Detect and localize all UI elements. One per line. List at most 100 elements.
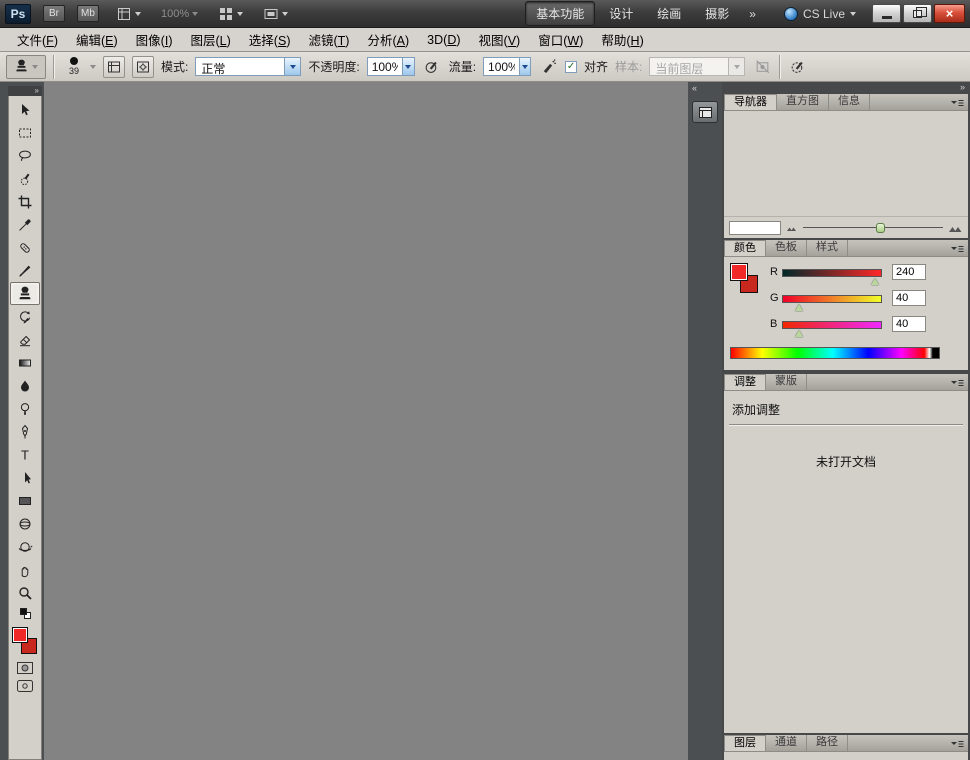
canvas-area[interactable] [44,82,688,760]
tab-color[interactable]: 颜色 [724,240,766,256]
menu-image[interactable]: 图像(I) [127,27,182,52]
navigator-zoom-input[interactable] [729,221,781,235]
screen-mode-toggle-button[interactable] [10,677,40,695]
dodge-tool[interactable] [10,397,40,420]
zoom-in-icon[interactable] [948,222,963,233]
cs-live-button[interactable]: CS Live [784,7,856,21]
path-selection-tool[interactable] [10,466,40,489]
menu-3d[interactable]: 3D(D) [418,30,469,50]
arrange-documents-button[interactable] [215,4,246,24]
rectangular-marquee-tool[interactable] [10,121,40,144]
aligned-checkbox[interactable]: ✓ [565,61,577,73]
type-tool[interactable]: T [10,443,40,466]
launch-bridge-button[interactable]: Br [43,5,65,22]
workspace-tab-photography[interactable]: 摄影 [695,2,739,25]
slider-thumb[interactable] [795,330,803,337]
tab-histogram[interactable]: 直方图 [777,94,829,110]
zoom-tool[interactable] [10,581,40,604]
slider-thumb[interactable] [871,278,879,285]
restore-button[interactable] [903,4,932,23]
ignore-adjustment-layers-button[interactable] [752,57,772,77]
slider-thumb[interactable] [876,223,885,233]
panel-menu-icon[interactable] [950,377,965,391]
menu-file[interactable]: 文件(F) [8,27,67,52]
foreground-color-swatch[interactable] [12,627,28,643]
history-brush-tool[interactable] [10,305,40,328]
tablet-pressure-opacity-button[interactable] [422,57,442,77]
gradient-tool[interactable] [10,351,40,374]
panel-menu-icon[interactable] [950,97,965,111]
color-spectrum-ramp[interactable] [730,347,940,359]
quick-selection-tool[interactable] [10,167,40,190]
expand-dock-button[interactable]: « [688,82,722,95]
3d-object-rotate-tool[interactable] [10,512,40,535]
tab-swatches[interactable]: 色板 [766,240,807,256]
opacity-slider-button[interactable] [402,58,413,75]
dropdown-arrow-button[interactable] [284,58,300,75]
tool-preset-picker[interactable] [6,55,46,79]
sample-dropdown[interactable]: 当前图层 [649,57,745,76]
flow-input[interactable] [484,58,519,75]
toggle-clone-source-panel-button[interactable] [132,56,154,78]
close-button[interactable]: × [934,4,965,23]
zoom-out-icon[interactable] [786,223,798,232]
slider-thumb[interactable] [795,304,803,311]
airbrush-toggle-button[interactable] [538,57,558,77]
tab-styles[interactable]: 样式 [807,240,848,256]
menu-view[interactable]: 视图(V) [470,27,530,52]
panel-menu-icon[interactable] [950,243,965,257]
brush-tool[interactable] [10,259,40,282]
workspace-tab-painting[interactable]: 绘画 [647,2,691,25]
crop-tool[interactable] [10,190,40,213]
workspace-tab-design[interactable]: 设计 [599,2,643,25]
lasso-tool[interactable] [10,144,40,167]
workspace-tab-essentials[interactable]: 基本功能 [525,1,595,26]
toggle-brush-panel-button[interactable] [103,56,125,78]
tab-navigator[interactable]: 导航器 [724,94,777,110]
menu-filter[interactable]: 滤镜(T) [299,27,358,52]
tab-channels[interactable]: 通道 [766,735,807,751]
menu-select[interactable]: 选择(S) [240,27,300,52]
3d-camera-rotate-tool[interactable] [10,535,40,558]
navigator-zoom-slider[interactable] [803,222,943,233]
red-slider[interactable] [782,269,882,277]
blue-slider[interactable] [782,321,882,329]
collapse-dock-button[interactable]: » [722,82,970,94]
tab-paths[interactable]: 路径 [807,735,848,751]
menu-edit[interactable]: 编辑(E) [67,27,127,52]
blend-mode-dropdown[interactable]: 正常 [195,57,301,76]
brush-preset-picker[interactable]: 39 [61,54,96,80]
eraser-tool[interactable] [10,328,40,351]
panel-menu-icon[interactable] [950,738,965,752]
zoom-level-dropdown[interactable]: 100% [158,6,201,22]
default-colors-button[interactable] [10,604,40,622]
spot-healing-brush-tool[interactable] [10,236,40,259]
tab-adjustments[interactable]: 调整 [724,374,766,390]
tools-panel-header[interactable]: » [8,86,42,96]
flow-field[interactable] [483,57,531,76]
collapsed-panel-button[interactable] [692,101,718,123]
red-value-input[interactable] [892,264,926,280]
rectangle-tool[interactable] [10,489,40,512]
clone-stamp-tool[interactable] [10,282,40,305]
tab-info[interactable]: 信息 [829,94,870,110]
tab-layers[interactable]: 图层 [724,735,766,751]
menu-layer[interactable]: 图层(L) [182,27,240,52]
green-slider[interactable] [782,295,882,303]
opacity-field[interactable] [367,57,415,76]
tablet-pressure-size-button[interactable] [787,57,807,77]
screen-mode-button[interactable] [260,4,291,24]
pen-tool[interactable] [10,420,40,443]
blur-tool[interactable] [10,374,40,397]
opacity-input[interactable] [368,58,403,75]
flow-slider-button[interactable] [519,58,530,75]
move-tool[interactable] [10,98,40,121]
launch-mini-bridge-button[interactable]: Mb [77,5,99,22]
green-value-input[interactable] [892,290,926,306]
menu-window[interactable]: 窗口(W) [529,27,592,52]
workspace-overflow-button[interactable]: » [743,7,762,21]
tab-masks[interactable]: 蒙版 [766,374,807,390]
menu-help[interactable]: 帮助(H) [592,27,652,52]
blue-value-input[interactable] [892,316,926,332]
menu-analysis[interactable]: 分析(A) [358,27,418,52]
